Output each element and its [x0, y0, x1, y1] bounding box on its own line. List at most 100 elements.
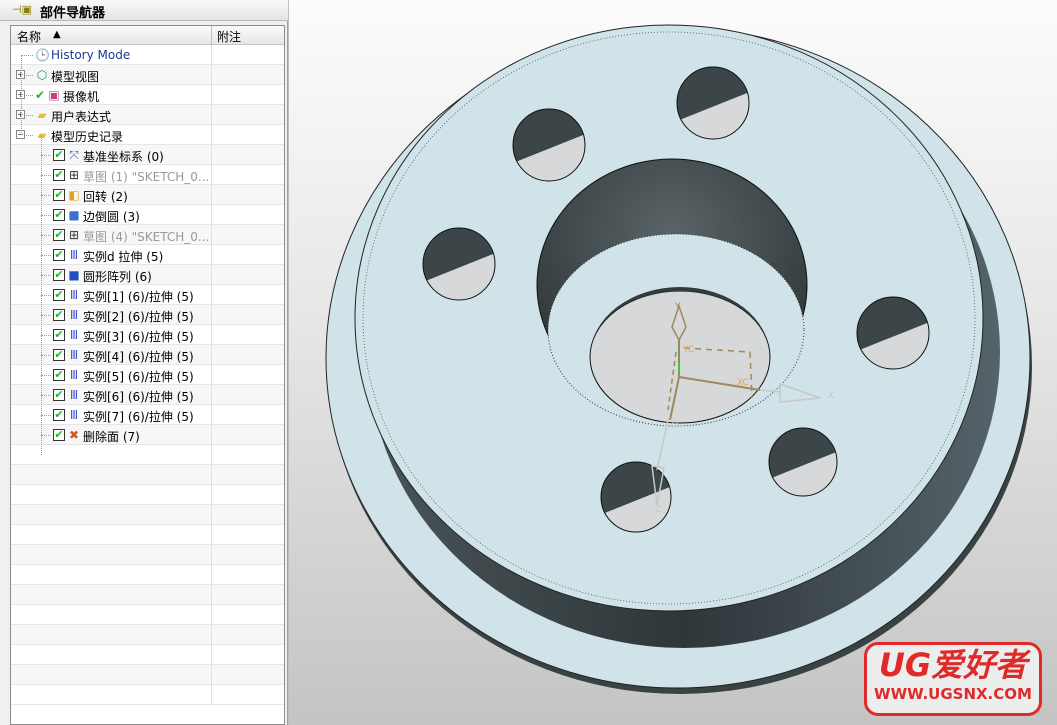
navigator-tree: 名称 ▲ 附注 🕒 History Mode + ⬡ 模型视图 + ✔ ▣ 摄像机 + ▰ 用户表达式…	[10, 25, 285, 725]
feature-checkbox[interactable]: ✔	[53, 209, 65, 221]
column-divider	[211, 325, 212, 345]
tree-item-label: 实例[2] (6)/拉伸 (5)	[83, 310, 194, 324]
column-divider	[211, 525, 212, 545]
column-divider	[211, 45, 212, 65]
column-divider	[211, 65, 212, 85]
tree-row[interactable]: ✔ Ⅲ 实例[1] (6)/拉伸 (5)	[11, 285, 284, 305]
tree-row[interactable]: + ✔ ▣ 摄像机	[11, 85, 284, 105]
axis-label-x: X	[828, 391, 834, 401]
column-divider	[211, 245, 212, 265]
tree-connector	[41, 355, 51, 356]
tree-row[interactable]: − ▰ 模型历史记录	[11, 125, 284, 145]
watermark-logo: UG爱好者 WWW.UGSNX.COM	[864, 642, 1042, 716]
feature-checkbox[interactable]: ✔	[53, 389, 65, 401]
tree-row[interactable]: ✔ ◧ 回转 (2)	[11, 185, 284, 205]
feature-checkbox[interactable]: ✔	[53, 149, 65, 161]
clock-icon: 🕒	[35, 48, 50, 62]
feature-checkbox[interactable]: ✔	[53, 169, 65, 181]
feature-checkbox[interactable]: ✔	[53, 269, 65, 281]
extrude-icon: Ⅲ	[69, 328, 79, 342]
empty-row	[11, 585, 284, 605]
tree-row[interactable]: + ⬡ 模型视图	[11, 65, 284, 85]
column-resize-handle[interactable]	[211, 26, 212, 45]
edge-blend-icon: ■	[68, 208, 80, 222]
extrude-icon: Ⅲ	[69, 348, 79, 362]
tree-connector	[41, 155, 51, 156]
column-divider	[211, 85, 212, 105]
tree-row[interactable]: ✔ Ⅲ 实例[2] (6)/拉伸 (5)	[11, 305, 284, 325]
column-divider	[211, 265, 212, 285]
3d-model-flange[interactable]: Y YC XC ZC X Z	[289, 0, 1057, 725]
tree-connector	[41, 275, 51, 276]
tree-item-label: 实例[6] (6)/拉伸 (5)	[83, 390, 194, 404]
column-name-header[interactable]: 名称	[17, 28, 41, 45]
panel-title: 部件导航器	[40, 6, 106, 21]
feature-checkbox[interactable]: ✔	[53, 329, 65, 341]
tree-item-label: 圆形阵列 (6)	[83, 270, 152, 284]
axis-label-z: Z	[655, 505, 661, 515]
column-divider	[211, 545, 212, 565]
tree-row[interactable]: ✔ Ⅲ 实例[6] (6)/拉伸 (5)	[11, 385, 284, 405]
tree-rows: 🕒 History Mode + ⬡ 模型视图 + ✔ ▣ 摄像机 + ▰ 用户表达式 − ▰ 模型历史记录…	[11, 45, 284, 725]
column-divider	[211, 625, 212, 645]
tree-item-label: 边倒圆 (3)	[83, 210, 140, 224]
sort-ascending-icon[interactable]: ▲	[53, 29, 61, 40]
feature-checkbox[interactable]: ✔	[53, 189, 65, 201]
tree-row[interactable]: ✔ ■ 圆形阵列 (6)	[11, 265, 284, 285]
column-divider	[211, 345, 212, 365]
folder-icon: ▰	[37, 108, 47, 122]
feature-checkbox[interactable]: ✔	[53, 409, 65, 421]
feature-checkbox[interactable]: ✔	[53, 369, 65, 381]
column-divider	[211, 465, 212, 485]
column-note-header[interactable]: 附注	[217, 28, 241, 45]
tree-row[interactable]: ✔ Ⅲ 实例d 拉伸 (5)	[11, 245, 284, 265]
tree-item-label: History Mode	[51, 48, 131, 62]
tree-item-label: 草图 (1) "SKETCH_0...	[83, 170, 210, 184]
feature-checkbox[interactable]: ✔	[53, 229, 65, 241]
column-divider	[211, 425, 212, 445]
watermark-url: WWW.UGSNX.COM	[874, 685, 1032, 703]
axis-label-yc: YC	[682, 345, 694, 355]
tree-row[interactable]: ✔ ⊞ 草图 (4) "SKETCH_0...	[11, 225, 284, 245]
feature-checkbox[interactable]: ✔	[53, 249, 65, 261]
feature-checkbox[interactable]: ✔	[53, 429, 65, 441]
tree-connector	[41, 255, 51, 256]
tree-row[interactable]: ✔ ⤧ 基准坐标系 (0)	[11, 145, 284, 165]
empty-row	[11, 685, 284, 705]
tree-row[interactable]: ✔ ⊞ 草图 (1) "SKETCH_0...	[11, 165, 284, 185]
column-divider	[211, 305, 212, 325]
tree-row[interactable]: 🕒 History Mode	[11, 45, 284, 65]
feature-checkbox[interactable]: ✔	[53, 309, 65, 321]
tree-connector	[41, 135, 42, 455]
empty-row	[11, 645, 284, 665]
column-divider	[211, 605, 212, 625]
folder-icon: ▰	[37, 128, 47, 142]
column-divider	[211, 445, 212, 465]
part-navigator-panel: ⊣▣ 部件导航器 名称 ▲ 附注 🕒 History Mode + ⬡ 模型视图 + ✔ ▣ 摄…	[0, 0, 288, 725]
tree-row[interactable]: ✔ Ⅲ 实例[7] (6)/拉伸 (5)	[11, 405, 284, 425]
tree-row[interactable]: ✔ ✖ 删除面 (7)	[11, 425, 284, 445]
tree-row[interactable]: ✔ Ⅲ 实例[3] (6)/拉伸 (5)	[11, 325, 284, 345]
tree-item-label: 草图 (4) "SKETCH_0...	[83, 230, 210, 244]
revolve-icon: ◧	[68, 188, 80, 202]
axis-label-zc: ZC	[670, 419, 682, 429]
tree-row[interactable]: ✔ Ⅲ 实例[5] (6)/拉伸 (5)	[11, 365, 284, 385]
tree-connector	[41, 175, 51, 176]
tree-row[interactable]: + ▰ 用户表达式	[11, 105, 284, 125]
tree-row[interactable]: ✔ ■ 边倒圆 (3)	[11, 205, 284, 225]
extrude-icon: Ⅲ	[69, 388, 79, 402]
empty-row	[11, 445, 284, 465]
visible-check-icon[interactable]: ✔	[33, 88, 47, 102]
sketch-icon: ⊞	[68, 168, 80, 182]
tree-row[interactable]: ✔ Ⅲ 实例[4] (6)/拉伸 (5)	[11, 345, 284, 365]
tree-item-label: 基准坐标系 (0)	[83, 150, 164, 164]
feature-checkbox[interactable]: ✔	[53, 349, 65, 361]
column-divider	[211, 385, 212, 405]
feature-checkbox[interactable]: ✔	[53, 289, 65, 301]
extrude-icon: Ⅲ	[69, 248, 79, 262]
circular-array-icon: ■	[68, 268, 80, 282]
pin-icon[interactable]: ⊣▣	[12, 3, 32, 16]
tree-item-label: 用户表达式	[51, 110, 112, 124]
graphics-viewport[interactable]: Y YC XC ZC X Z UG爱好者 WWW.UGSNX.COM	[289, 0, 1057, 725]
extrude-icon: Ⅲ	[69, 288, 79, 302]
